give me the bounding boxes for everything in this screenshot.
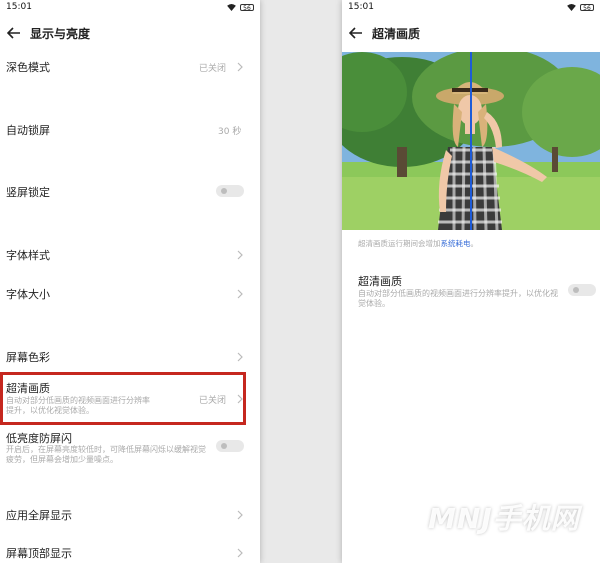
setting-title: 竖屏锁定	[6, 186, 50, 199]
setting-value: 30 秒	[218, 127, 242, 137]
setting-title: 深色模式	[6, 61, 50, 74]
power-note: 超清画质运行期间会增加系统耗电。	[358, 238, 478, 249]
setting-title: 超清画质	[358, 275, 402, 288]
chevron-right-icon	[237, 510, 243, 520]
wifi-icon	[567, 3, 576, 11]
back-button[interactable]	[4, 23, 24, 43]
setting-top-display[interactable]: 屏幕顶部显示	[0, 538, 260, 563]
page-title: 超清画质	[372, 26, 421, 41]
chevron-right-icon	[237, 548, 243, 558]
back-arrow-icon	[349, 27, 362, 39]
setting-font-style[interactable]: 字体样式	[0, 240, 260, 268]
battery-level: 56	[583, 4, 591, 12]
battery-level: 56	[243, 4, 251, 12]
page-title: 显示与亮度	[30, 26, 91, 41]
battery-icon: 56	[580, 3, 594, 12]
status-bar: 15:01 56	[342, 0, 600, 14]
back-button[interactable]	[346, 23, 366, 43]
battery-icon: 56	[240, 3, 254, 12]
setting-title: 屏幕顶部显示	[6, 547, 72, 560]
status-time: 15:01	[6, 2, 32, 12]
super-resolution-screen: 15:01 56 超清画质 超清画质运行期间会增加系统耗电。 超清画质 自动对部…	[342, 0, 600, 563]
power-note-text: 超清画质运行期间会增加	[358, 239, 441, 248]
setting-super-resolution: 超清画质 自动对部分低画质的视频画面进行分辨率提升，以优化视觉体验。	[342, 268, 600, 316]
setting-title: 自动锁屏	[6, 124, 50, 137]
chevron-right-icon	[237, 250, 243, 260]
header: 超清画质	[342, 14, 600, 52]
setting-auto-lock[interactable]: 自动锁屏 30 秒	[0, 114, 260, 142]
comparison-preview-image	[342, 52, 600, 230]
settings-display-screen: 15:01 56 显示与亮度 深色模式 已关闭 自动锁屏 30 秒 竖屏锁定 字…	[0, 0, 260, 563]
power-consumption-link[interactable]: 系统耗电	[441, 239, 471, 248]
setting-font-size[interactable]: 字体大小	[0, 280, 260, 308]
preview-illustration	[342, 52, 600, 230]
low-brightness-toggle[interactable]	[216, 440, 244, 452]
setting-low-brightness-flicker: 低亮度防屏闪 开启后，在屏幕亮度较低时，可降低屏幕闪烁以缓解视觉疲劳，但屏幕会增…	[0, 427, 260, 471]
power-note-end: 。	[470, 239, 479, 248]
watermark: MNJ手机网	[428, 502, 580, 535]
setting-value: 已关闭	[199, 64, 227, 74]
back-arrow-icon	[7, 27, 20, 39]
setting-dark-mode[interactable]: 深色模式 已关闭	[0, 52, 260, 80]
setting-portrait-lock: 竖屏锁定	[0, 176, 260, 204]
highlight-box	[0, 372, 246, 425]
chevron-right-icon	[237, 352, 243, 362]
setting-screen-color[interactable]: 屏幕色彩	[0, 342, 260, 370]
setting-fullscreen-apps[interactable]: 应用全屏显示	[0, 500, 260, 528]
chevron-right-icon	[237, 289, 243, 299]
setting-title: 应用全屏显示	[6, 509, 72, 522]
setting-title: 字体大小	[6, 288, 50, 301]
setting-description: 自动对部分低画质的视频画面进行分辨率提升，以优化视觉体验。	[358, 289, 558, 308]
header: 显示与亮度	[0, 14, 260, 52]
super-resolution-toggle[interactable]	[568, 284, 596, 296]
setting-title: 字体样式	[6, 249, 50, 262]
chevron-right-icon	[237, 62, 243, 72]
status-time: 15:01	[348, 2, 374, 12]
portrait-lock-toggle[interactable]	[216, 185, 244, 197]
setting-title: 屏幕色彩	[6, 351, 50, 364]
setting-title: 低亮度防屏闪	[6, 432, 72, 445]
wifi-icon	[227, 3, 236, 11]
setting-description: 开启后，在屏幕亮度较低时，可降低屏幕闪烁以缓解视觉疲劳，但屏幕会增加少量噪点。	[6, 445, 206, 464]
status-bar: 15:01 56	[0, 0, 260, 14]
